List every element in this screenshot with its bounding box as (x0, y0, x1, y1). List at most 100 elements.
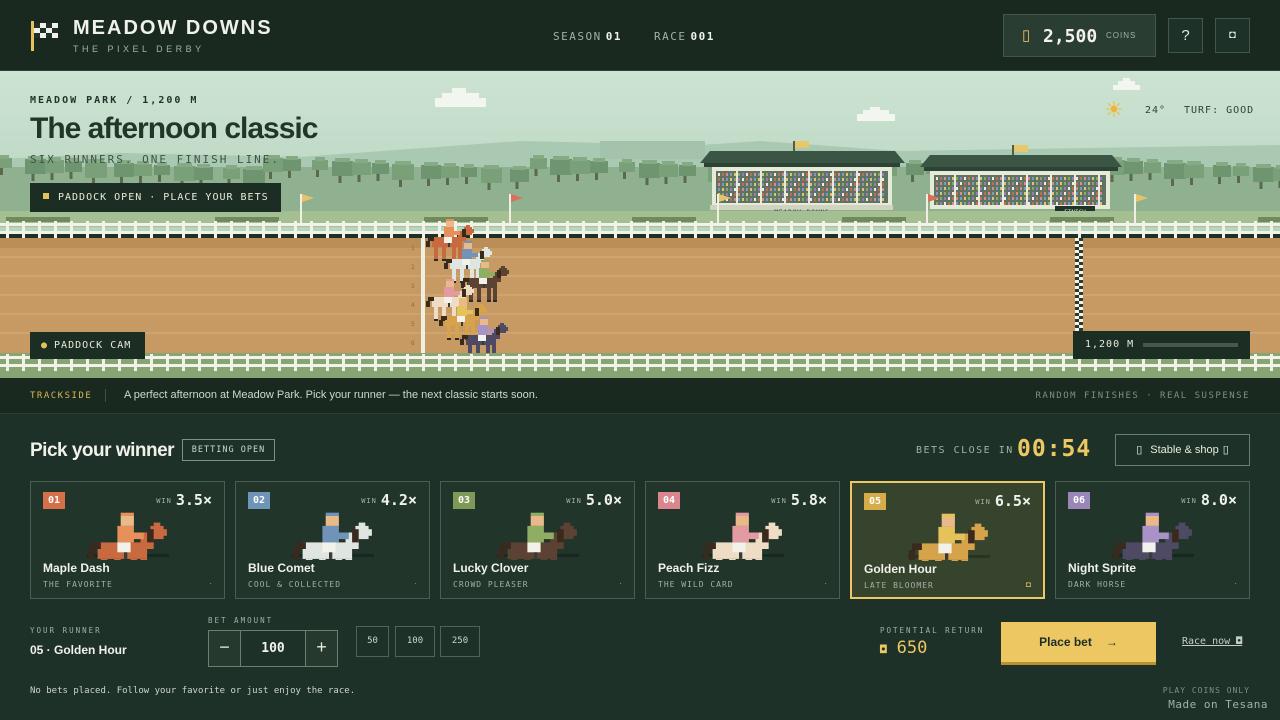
ticker-tagline: RANDOM FINISHES · REAL SUSPENSE (1035, 391, 1250, 401)
chip-50-button[interactable]: 50 (356, 626, 389, 657)
lane-number: 6 (411, 340, 415, 347)
horse-name: Blue Comet (248, 561, 315, 575)
top-bar: MEADOW DOWNS THE PIXEL DERBY SEASON 01 RA… (0, 0, 1280, 71)
horse-odds: WIN 5.8× (771, 491, 827, 509)
horse-odds-value: 5.8× (790, 491, 827, 509)
camera-dot-icon: ● (41, 340, 49, 351)
race-now-link[interactable]: Race now ◘ (1182, 636, 1242, 647)
horse-card-06[interactable]: 06 WIN 8.0× Night Sprite DARK HORSE · (1055, 481, 1250, 599)
card-marker: ◘ (1026, 580, 1031, 589)
arrow-right-icon: → (1105, 635, 1118, 649)
horse-card-03[interactable]: 03 WIN 5.0× Lucky Clover CROWD PLEASER · (440, 481, 635, 599)
horse-name: Peach Fizz (658, 561, 720, 575)
chip-100-button[interactable]: 100 (395, 626, 435, 657)
coin-icon: ▯ (1022, 27, 1031, 44)
turf-condition: TURF: GOOD (1184, 105, 1255, 116)
race-location: MEADOW PARK / 1,200 M (30, 95, 199, 106)
bet-amount-label: BET AMOUNT (208, 616, 274, 625)
lane-number: 1 (411, 245, 415, 252)
horse-odds-value: 3.5× (175, 491, 212, 509)
horse-name: Maple Dash (43, 561, 110, 575)
coin-icon: ▯ (1222, 444, 1229, 456)
ticker-message: A perfect afternoon at Meadow Park. Pick… (124, 389, 538, 401)
lane-number: 4 (411, 302, 415, 309)
runner-label: YOUR RUNNER (30, 626, 102, 635)
horse-number: 01 (43, 492, 65, 509)
trackside-ticker: TRACKSIDE A perfect afternoon at Meadow … (0, 378, 1280, 414)
horse-tagline: THE WILD CARD (658, 580, 734, 589)
stable-shop-button[interactable]: ▯ Stable & shop ▯ (1115, 434, 1250, 466)
horse-tagline: THE FAVORITE (43, 580, 113, 589)
horse-sprite (497, 512, 579, 560)
horse-card-01[interactable]: 01 WIN 3.5× Maple Dash THE FAVORITE · (30, 481, 225, 599)
brand-title: MEADOW DOWNS (73, 17, 273, 39)
horse-sprite (87, 512, 169, 560)
horse-card-05[interactable]: 05 WIN 6.5× Golden Hour LATE BLOOMER ◘ (850, 481, 1045, 599)
horse-odds-value: 8.0× (1200, 491, 1237, 509)
horse-odds: WIN 5.0× (566, 491, 622, 509)
race-value: 001 (690, 30, 715, 43)
distance-indicator: 1,200 M (1073, 331, 1250, 359)
coin-balance-value: 2,500 (1043, 26, 1098, 47)
temperature: 24° (1145, 105, 1167, 116)
horse-odds: WIN 6.5× (975, 492, 1031, 510)
race-title: The afternoon classic (30, 112, 318, 145)
horse-number: 03 (453, 492, 475, 509)
horse-number: 02 (248, 492, 270, 509)
horse-number: 06 (1068, 492, 1090, 509)
settings-button[interactable]: ◘ (1215, 18, 1250, 53)
coin-icon: ◘ (880, 643, 887, 656)
made-on-credit: Made on Tesana (1168, 698, 1268, 711)
win-label: WIN (566, 497, 582, 505)
sun-icon: ☀ (1104, 97, 1124, 122)
horse-odds-value: 4.2× (380, 491, 417, 509)
status-square-icon (43, 193, 49, 199)
season-label: SEASON (553, 30, 602, 43)
horse-tagline: COOL & COLLECTED (248, 580, 342, 589)
place-bet-button[interactable]: Place bet → (1001, 622, 1156, 665)
potential-return: ◘ 650 (880, 638, 927, 658)
win-label: WIN (975, 498, 991, 506)
coin-balance: ▯ 2,500 COINS (1003, 14, 1156, 57)
horse-odds: WIN 8.0× (1181, 491, 1237, 509)
increase-bet-button[interactable]: + (305, 631, 337, 666)
horse-card-04[interactable]: 04 WIN 5.8× Peach Fizz THE WILD CARD · (645, 481, 840, 599)
horse-name: Lucky Clover (453, 561, 529, 575)
brand-subtitle: THE PIXEL DERBY (73, 44, 205, 54)
race-subtitle: SIX RUNNERS. ONE FINISH LINE. (30, 153, 281, 166)
decrease-bet-button[interactable]: − (209, 631, 241, 666)
play-coins-note: PLAY COINS ONLY (1162, 686, 1250, 695)
ticker-divider (105, 389, 106, 402)
race-label: RACE (654, 30, 687, 43)
horse-sprite (1112, 512, 1194, 560)
potential-return-label: POTENTIAL RETURN (880, 626, 985, 635)
card-marker: · (209, 579, 212, 588)
horse-sprite (292, 512, 374, 560)
chip-250-button[interactable]: 250 (440, 626, 480, 657)
card-marker: · (824, 579, 827, 588)
place-bet-label: Place bet (1039, 635, 1092, 649)
bet-amount-input[interactable]: 100 (242, 631, 304, 666)
lane-number: 5 (411, 321, 415, 328)
stable-shop-label: Stable & shop (1150, 444, 1219, 456)
stable-icon: ▯ (1136, 444, 1143, 456)
betting-title: Pick your winner (30, 440, 175, 461)
horse-odds-value: 6.5× (994, 492, 1031, 510)
ticker-label: TRACKSIDE (30, 391, 93, 401)
card-marker: · (414, 579, 417, 588)
season-value: 01 (605, 30, 622, 43)
horse-tagline: DARK HORSE (1068, 580, 1127, 589)
race-status-banner: PADDOCK OPEN · PLACE YOUR BETS (30, 183, 281, 212)
horse-tagline: CROWD PLEASER (453, 580, 529, 589)
camera-label-text: PADDOCK CAM (54, 340, 132, 351)
horse-card-02[interactable]: 02 WIN 4.2× Blue Comet COOL & COLLECTED · (235, 481, 430, 599)
selected-runner: 05 · Golden Hour (30, 643, 127, 657)
horse-sprite (702, 512, 784, 560)
win-label: WIN (361, 497, 377, 505)
help-button[interactable]: ? (1168, 18, 1203, 53)
horse-name: Golden Hour (864, 562, 937, 576)
horse-odds: WIN 4.2× (361, 491, 417, 509)
lane-number: 3 (411, 283, 415, 290)
horse-number: 05 (864, 493, 886, 510)
potential-return-value: 650 (896, 638, 928, 658)
